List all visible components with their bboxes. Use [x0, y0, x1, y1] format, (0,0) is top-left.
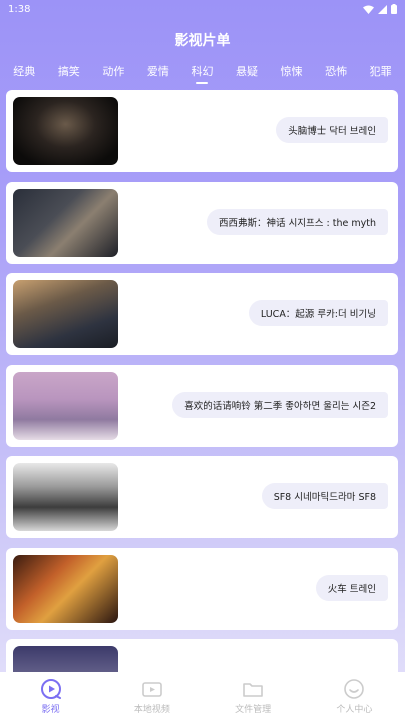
movie-title: 头脑博士 닥터 브레인	[276, 117, 388, 143]
movie-card[interactable]	[6, 639, 398, 672]
tab-crime[interactable]: 犯罪	[368, 63, 394, 79]
nav-file-manager[interactable]: 文件管理	[213, 678, 293, 715]
movie-card[interactable]: 喜欢的话请响铃 第二季 좋아하면 울리는 시즌2	[6, 364, 398, 447]
movie-card[interactable]: 头脑博士 닥터 브레인	[6, 90, 398, 172]
tab-thriller[interactable]: 惊悚	[279, 63, 305, 79]
nav-profile[interactable]: 个人中心	[314, 678, 394, 715]
play-circle-icon	[40, 678, 61, 699]
smile-icon	[344, 678, 365, 699]
battery-icon	[391, 4, 397, 14]
movie-title: 喜欢的话请响铃 第二季 좋아하면 울리는 시즌2	[172, 391, 388, 418]
tab-mystery[interactable]: 悬疑	[234, 63, 260, 79]
nav-label: 文件管理	[235, 704, 272, 715]
bottom-nav: 影视 本地视频 文件管理 个人中心	[0, 672, 405, 720]
movie-title: SF8 시네마틱드라마 SF8	[261, 483, 388, 509]
movie-title: 火车 트레인	[315, 574, 388, 601]
tab-horror[interactable]: 恐怖	[323, 63, 349, 79]
movie-card[interactable]: LUCA：起源 루카:더 비기닝	[6, 273, 398, 355]
status-bar: 1:38	[0, 0, 405, 18]
tab-comedy[interactable]: 搞笑	[56, 63, 82, 79]
movie-card[interactable]: 西西弗斯：神话 시지프스 : the myth	[6, 181, 398, 264]
tab-action[interactable]: 动作	[100, 63, 126, 79]
video-camera-icon	[142, 681, 162, 697]
movie-title: LUCA：起源 루카:더 비기닝	[248, 300, 388, 326]
status-icons	[363, 4, 397, 14]
signal-icon	[378, 4, 387, 14]
movie-poster	[13, 646, 118, 672]
movie-poster	[13, 188, 118, 257]
nav-local-video[interactable]: 本地视频	[112, 678, 192, 715]
movie-poster	[13, 371, 118, 440]
nav-label: 本地视频	[133, 704, 170, 715]
movie-card[interactable]: 火车 트레인	[6, 547, 398, 630]
status-time: 1:38	[8, 3, 31, 15]
page-title: 影视片单	[174, 33, 231, 49]
movie-title: 西西弗斯：神话 시지프스 : the myth	[207, 208, 388, 235]
folder-icon	[243, 682, 263, 697]
tab-classic[interactable]: 经典	[11, 63, 37, 79]
movie-poster	[13, 97, 118, 165]
nav-label: 影视	[41, 704, 60, 715]
tab-romance[interactable]: 爱情	[145, 63, 171, 79]
category-tabs: 经典 搞笑 动作 爱情 科幻 悬疑 惊悚 恐怖 犯罪	[0, 60, 405, 82]
movie-card[interactable]: SF8 시네마틱드라마 SF8	[6, 456, 398, 538]
nav-label: 个人中心	[336, 704, 373, 715]
movie-poster	[13, 463, 118, 531]
wifi-icon	[363, 5, 374, 14]
movie-poster	[13, 554, 118, 623]
tab-scifi[interactable]: 科幻	[189, 63, 215, 79]
movie-poster	[13, 280, 118, 348]
movie-list[interactable]: 头脑博士 닥터 브레인 西西弗斯：神话 시지프스 : the myth LUCA…	[6, 90, 398, 672]
nav-movies[interactable]: 影视	[11, 678, 91, 715]
